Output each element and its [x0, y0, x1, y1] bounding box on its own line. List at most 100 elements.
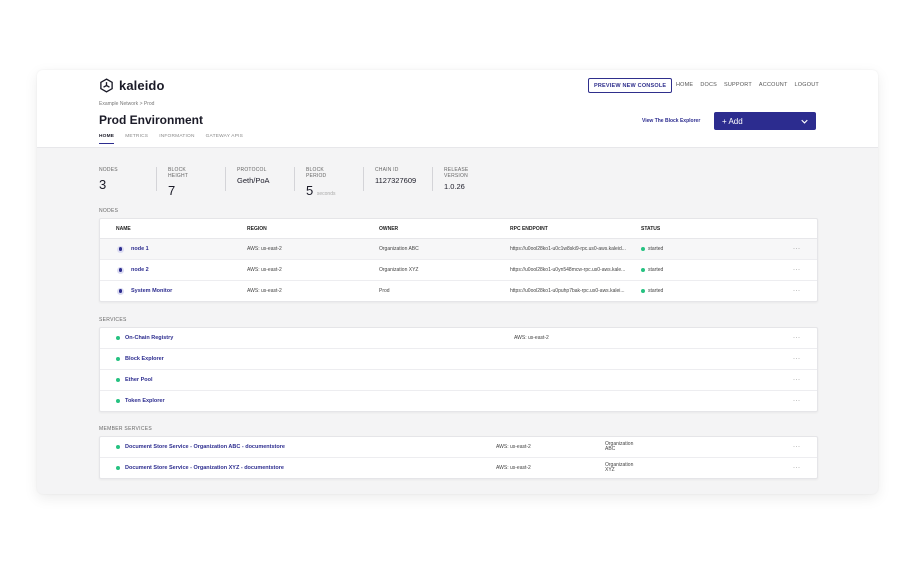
nav-support[interactable]: SUPPORT — [724, 82, 752, 88]
node-indicator-icon — [117, 245, 124, 253]
tab-information[interactable]: INFORMATION — [159, 134, 194, 144]
col-status: STATUS — [641, 225, 661, 232]
kaleido-logo-icon — [100, 78, 113, 93]
console-window: kaleido PREVIEW NEW CONSOLE HOME DOCS SU… — [37, 70, 878, 494]
more-icon[interactable]: ··· — [793, 281, 801, 301]
more-icon[interactable]: ··· — [793, 260, 801, 280]
tab-home[interactable]: HOME — [99, 134, 115, 144]
services-section-label: SERVICES — [99, 317, 127, 323]
services-table: On-Chain Registry AWS: us-east-2 ··· Blo… — [99, 327, 818, 412]
more-icon[interactable]: ··· — [793, 437, 801, 457]
status-dot-icon — [641, 268, 645, 272]
service-name-link[interactable]: Block Explorer — [125, 356, 164, 362]
member-services-section-label: MEMBER SERVICES — [99, 426, 153, 432]
node-rpc-endpoint: https://u0ool28ko1-u0puhp7bak-rpc.us0-aw… — [510, 288, 625, 294]
header: kaleido PREVIEW NEW CONSOLE HOME DOCS SU… — [37, 70, 878, 148]
node-name-link[interactable]: node 2 — [131, 267, 149, 273]
stat-divider — [363, 167, 364, 191]
table-row[interactable]: System Monitor AWS: us-east-2 Prod https… — [100, 281, 817, 301]
stat-divider — [432, 167, 433, 191]
stat-label: CHAIN ID — [375, 167, 399, 173]
stat-label: RELEASE VERSION — [444, 167, 469, 179]
nav-docs[interactable]: DOCS — [700, 82, 717, 88]
service-name-link[interactable]: Token Explorer — [125, 398, 165, 404]
add-button[interactable]: + Add — [714, 112, 816, 130]
member-service-owner: Organization ABC — [605, 437, 633, 457]
node-status: started — [648, 288, 664, 294]
node-region: AWS: us-east-2 — [247, 267, 282, 273]
table-row[interactable]: node 2 AWS: us-east-2 Organization XYZ h… — [100, 260, 817, 281]
node-status: started — [648, 267, 664, 273]
stat-release-version: RELEASE VERSION 1.0.26 — [444, 167, 468, 191]
member-service-region: AWS: us-east-2 — [496, 465, 531, 471]
member-service-name-link[interactable]: Document Store Service - Organization XY… — [125, 465, 284, 471]
brand-logo[interactable]: kaleido — [99, 78, 165, 93]
tab-bar: HOME METRICS INFORMATION GATEWAY APIS — [99, 134, 243, 144]
node-indicator-icon — [117, 287, 124, 295]
page-title: Prod Environment — [99, 113, 204, 127]
more-icon[interactable]: ··· — [793, 458, 801, 478]
node-indicator-icon — [117, 266, 124, 274]
nav-home[interactable]: HOME — [676, 82, 693, 88]
more-icon[interactable]: ··· — [793, 391, 801, 411]
more-icon[interactable]: ··· — [793, 239, 801, 259]
stat-label: NODES — [99, 167, 118, 173]
list-item[interactable]: On-Chain Registry AWS: us-east-2 ··· — [100, 328, 817, 349]
node-owner: Prod — [379, 288, 390, 294]
status-dot-icon — [641, 289, 645, 293]
node-status: started — [648, 246, 664, 252]
node-name-link[interactable]: node 1 — [131, 246, 149, 252]
nav-account[interactable]: ACCOUNT — [759, 82, 788, 88]
stat-value: 1.0.26 — [444, 182, 465, 191]
stat-value: 5 seconds — [306, 183, 335, 198]
status-dot-icon — [116, 399, 120, 403]
list-item[interactable]: Block Explorer ··· — [100, 349, 817, 370]
breadcrumb[interactable]: Example Network > Prod — [99, 101, 154, 107]
list-item[interactable]: Token Explorer ··· — [100, 391, 817, 411]
more-icon[interactable]: ··· — [793, 328, 801, 348]
top-nav: HOME DOCS SUPPORT ACCOUNT LOGOUT — [676, 79, 819, 91]
stat-value: 7 — [168, 183, 176, 198]
service-region: AWS: us-east-2 — [514, 335, 549, 341]
stat-label: BLOCK HEIGHT — [168, 167, 189, 179]
more-icon[interactable]: ··· — [793, 370, 801, 390]
status-dot-icon — [116, 378, 120, 382]
nav-logout[interactable]: LOGOUT — [795, 82, 819, 88]
stat-divider — [156, 167, 157, 191]
col-rpc-endpoint: RPC ENDPOINT — [510, 225, 548, 232]
service-name-link[interactable]: On-Chain Registry — [125, 335, 173, 341]
list-item[interactable]: Document Store Service - Organization XY… — [100, 458, 817, 478]
col-name: NAME — [116, 225, 131, 232]
node-region: AWS: us-east-2 — [247, 288, 282, 294]
brand-name: kaleido — [119, 78, 165, 93]
block-period-unit: seconds — [316, 191, 336, 197]
block-period-value: 5 — [306, 183, 314, 198]
stat-nodes: NODES 3 — [99, 167, 118, 192]
node-region: AWS: us-east-2 — [247, 246, 282, 252]
nodes-table-header: NAME REGION OWNER RPC ENDPOINT STATUS — [100, 219, 817, 239]
node-rpc-endpoint: https://u0ool28ko1-u0yn548mcw-rpc.us0-aw… — [510, 267, 626, 273]
list-item[interactable]: Ether Pool ··· — [100, 370, 817, 391]
member-services-table: Document Store Service - Organization AB… — [99, 436, 818, 479]
tab-gateway-apis[interactable]: GATEWAY APIS — [206, 134, 243, 144]
stat-value: Geth/PoA — [237, 176, 270, 185]
table-row[interactable]: node 1 AWS: us-east-2 Organization ABC h… — [100, 239, 817, 260]
node-name-link[interactable]: System Monitor — [131, 288, 172, 294]
member-service-region: AWS: us-east-2 — [496, 444, 531, 450]
list-item[interactable]: Document Store Service - Organization AB… — [100, 437, 817, 458]
status-dot-icon — [116, 357, 120, 361]
stat-label: PROTOCOL — [237, 167, 267, 173]
node-rpc-endpoint: https://u0ool28ko1-u0c1w8ski9-rpc.us0-aw… — [510, 246, 626, 252]
chevron-down-icon — [801, 119, 808, 124]
col-region: REGION — [247, 225, 267, 232]
service-name-link[interactable]: Ether Pool — [125, 377, 153, 383]
view-block-explorer-link[interactable]: View The Block Explorer — [642, 118, 700, 124]
nodes-table: NAME REGION OWNER RPC ENDPOINT STATUS no… — [99, 218, 818, 302]
status-dot-icon — [116, 445, 120, 449]
preview-new-console-button[interactable]: PREVIEW NEW CONSOLE — [588, 78, 673, 93]
status-dot-icon — [641, 247, 645, 251]
tab-metrics[interactable]: METRICS — [125, 134, 148, 144]
member-service-name-link[interactable]: Document Store Service - Organization AB… — [125, 444, 285, 450]
status-dot-icon — [116, 466, 120, 470]
more-icon[interactable]: ··· — [793, 349, 801, 369]
